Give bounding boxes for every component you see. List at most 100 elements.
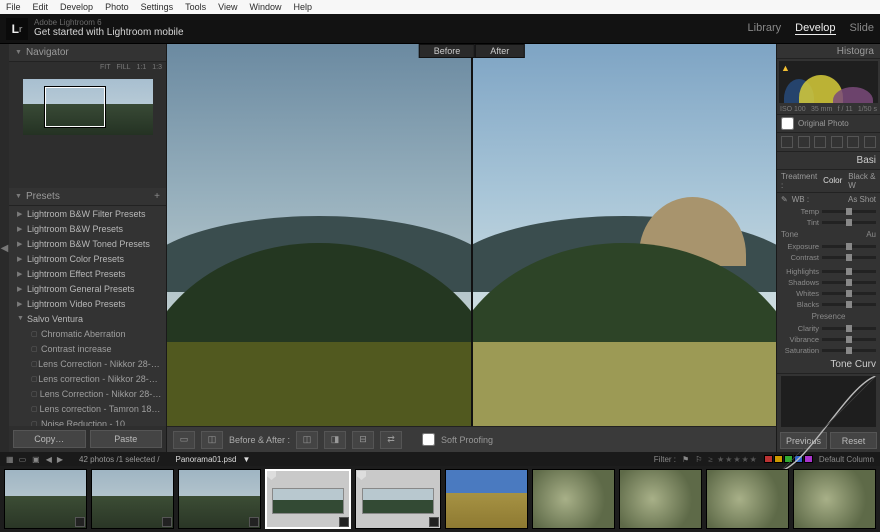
treatment-bw[interactable]: Black & W: [848, 172, 876, 190]
preset-item[interactable]: ▢Noise Reduction - 10: [9, 416, 166, 426]
navigator-zoom-modes[interactable]: FITFILL1:11:3: [9, 62, 166, 73]
filmstrip[interactable]: [0, 466, 880, 532]
slider-whites[interactable]: Whites: [777, 288, 880, 299]
filmstrip-thumb[interactable]: [355, 469, 441, 529]
menu-file[interactable]: File: [6, 2, 21, 12]
add-preset-icon[interactable]: +: [154, 191, 160, 202]
slider-blacks[interactable]: Blacks: [777, 299, 880, 310]
nav-mode-1-1[interactable]: 1:1: [137, 64, 147, 71]
basic-header[interactable]: Basi: [777, 152, 880, 170]
slider-knob[interactable]: [846, 254, 852, 261]
slider-highlights[interactable]: Highlights: [777, 266, 880, 277]
original-photo-checkbox[interactable]: [781, 117, 794, 130]
crop-tool-icon[interactable]: [781, 136, 793, 148]
flag-filter-icon[interactable]: ⚑: [682, 455, 689, 464]
preset-item[interactable]: ▢Chromatic Aberration: [9, 326, 166, 341]
ba-top-button[interactable]: ⊟: [352, 431, 374, 449]
preset-group-expanded[interactable]: ▼Salvo Ventura: [9, 311, 166, 326]
filmstrip-thumb[interactable]: [4, 469, 87, 529]
slider-track[interactable]: [822, 221, 876, 224]
menu-window[interactable]: Window: [250, 2, 282, 12]
slider-temp[interactable]: Temp: [777, 206, 880, 217]
preview-area[interactable]: Before After: [167, 44, 776, 426]
copy-button[interactable]: Copy…: [13, 430, 86, 448]
filmstrip-thumb[interactable]: [619, 469, 702, 529]
color-swatch[interactable]: [764, 455, 773, 463]
tone-curve-header[interactable]: Tone Curv: [777, 356, 880, 374]
radial-filter-icon[interactable]: [847, 136, 859, 148]
filmstrip-thumb[interactable]: [445, 469, 528, 529]
paste-button[interactable]: Paste: [90, 430, 163, 448]
wb-value[interactable]: As Shot: [848, 195, 876, 204]
slider-track[interactable]: [822, 327, 876, 330]
original-photo-row[interactable]: Original Photo: [777, 115, 880, 133]
slider-track[interactable]: [822, 245, 876, 248]
preset-item[interactable]: ▢Contrast increase: [9, 341, 166, 356]
filmstrip-thumb[interactable]: [706, 469, 789, 529]
mobile-prompt[interactable]: Get started with Lightroom mobile: [34, 27, 184, 38]
ba-split-button[interactable]: ◨: [324, 431, 346, 449]
menu-view[interactable]: View: [218, 2, 237, 12]
slider-knob[interactable]: [846, 243, 852, 250]
nav-mode-FILL[interactable]: FILL: [117, 64, 131, 71]
slider-vibrance[interactable]: Vibrance: [777, 334, 880, 345]
filmstrip-thumb[interactable]: [265, 469, 351, 529]
grid-view-icon[interactable]: ▦: [6, 455, 14, 464]
slider-knob[interactable]: [846, 347, 852, 354]
preset-item[interactable]: ▢Lens Correction - Nikkor 28-300 All: [9, 386, 166, 401]
preset-group[interactable]: ▶Lightroom B&W Presets: [9, 221, 166, 236]
navigator-header[interactable]: ▼ Navigator: [9, 44, 166, 62]
slider-track[interactable]: [822, 270, 876, 273]
flag-filter-off-icon[interactable]: ⚐: [695, 455, 702, 464]
flag-icon[interactable]: [357, 471, 366, 480]
preset-item[interactable]: ▢Lens Correction - Nikkor 28-300 - Disto…: [9, 356, 166, 371]
slider-knob[interactable]: [846, 219, 852, 226]
preset-group[interactable]: ▶Lightroom Video Presets: [9, 296, 166, 311]
module-develop[interactable]: Develop: [795, 22, 835, 35]
slider-track[interactable]: [822, 338, 876, 341]
treatment-color[interactable]: Color: [823, 176, 842, 185]
slider-track[interactable]: [822, 349, 876, 352]
menu-develop[interactable]: Develop: [60, 2, 93, 12]
slider-knob[interactable]: [846, 290, 852, 297]
eyedropper-icon[interactable]: ✎: [781, 195, 788, 204]
slider-track[interactable]: [822, 281, 876, 284]
ba-swap-button[interactable]: ⇄: [380, 431, 402, 449]
module-library[interactable]: Library: [748, 22, 782, 35]
loupe-view-button[interactable]: ▭: [173, 431, 195, 449]
preset-group[interactable]: ▶Lightroom B&W Filter Presets: [9, 206, 166, 221]
slider-contrast[interactable]: Contrast: [777, 252, 880, 263]
redeye-tool-icon[interactable]: [814, 136, 826, 148]
loupe-view-icon[interactable]: ▭: [19, 455, 27, 464]
slider-shadows[interactable]: Shadows: [777, 277, 880, 288]
histogram[interactable]: ▲: [779, 61, 878, 103]
filmstrip-thumb[interactable]: [793, 469, 876, 529]
ba-side-button[interactable]: ◫: [296, 431, 318, 449]
slider-saturation[interactable]: Saturation: [777, 345, 880, 356]
next-photo-icon[interactable]: ▶: [57, 455, 63, 464]
preset-group[interactable]: ▶Lightroom B&W Toned Presets: [9, 236, 166, 251]
slider-track[interactable]: [822, 303, 876, 306]
clipping-warning-icon[interactable]: ▲: [781, 63, 790, 73]
preset-item[interactable]: ▢Lens correction - Tamron 18-270mm: [9, 401, 166, 416]
flag-icon[interactable]: [267, 471, 276, 480]
nav-mode-1-3[interactable]: 1:3: [152, 64, 162, 71]
menu-photo[interactable]: Photo: [105, 2, 129, 12]
slider-knob[interactable]: [846, 301, 852, 308]
grad-filter-icon[interactable]: [831, 136, 843, 148]
slider-track[interactable]: [822, 210, 876, 213]
module-slide[interactable]: Slide: [850, 22, 874, 35]
navigator-viewport-frame[interactable]: [45, 87, 105, 127]
menu-settings[interactable]: Settings: [141, 2, 174, 12]
slider-track[interactable]: [822, 292, 876, 295]
auto-tone-button[interactable]: Au: [866, 230, 876, 239]
menu-help[interactable]: Help: [294, 2, 313, 12]
slider-track[interactable]: [822, 256, 876, 259]
slider-exposure[interactable]: Exposure: [777, 241, 880, 252]
preset-item[interactable]: ▢Lens correction - Nikkor 28-300 - Vigne…: [9, 371, 166, 386]
menu-tools[interactable]: Tools: [185, 2, 206, 12]
filmstrip-thumb[interactable]: [91, 469, 174, 529]
brush-tool-icon[interactable]: [864, 136, 876, 148]
prev-photo-icon[interactable]: ◀: [46, 455, 52, 464]
filmstrip-thumb[interactable]: [532, 469, 615, 529]
